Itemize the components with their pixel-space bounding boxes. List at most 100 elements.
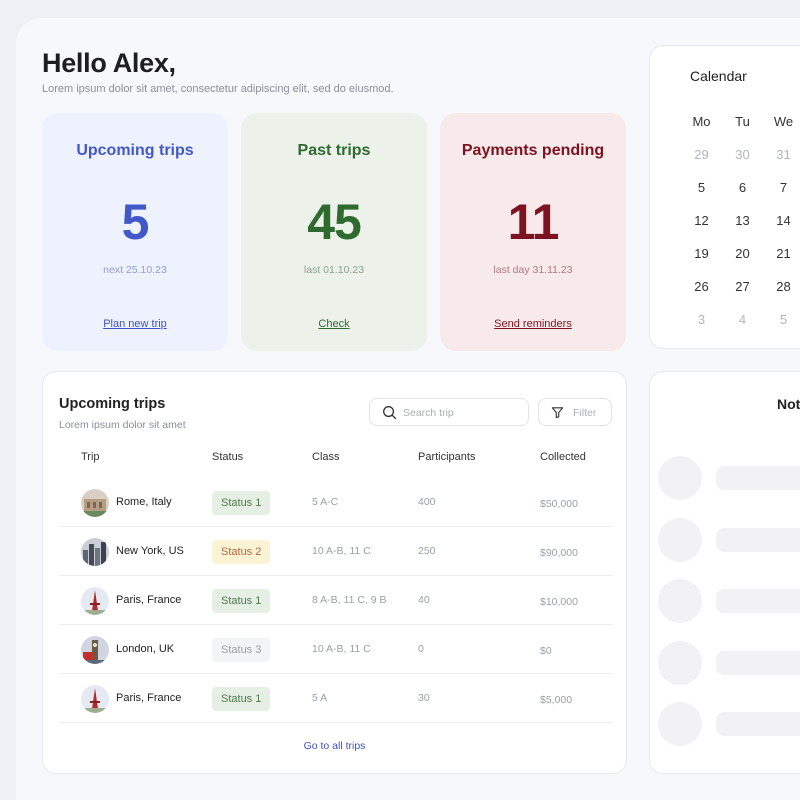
trip-thumbnail bbox=[81, 489, 109, 517]
trip-class: 5 A bbox=[312, 692, 328, 704]
trip-thumbnail bbox=[81, 636, 109, 664]
trip-collected: $0 bbox=[540, 645, 552, 657]
card-value: 11 bbox=[507, 194, 560, 250]
trip-collected: $90,000 bbox=[540, 547, 578, 559]
weekday-label: Mo bbox=[692, 114, 711, 129]
trip-collected: $10,000 bbox=[540, 596, 578, 608]
page-greeting: Hello Alex, bbox=[42, 48, 176, 78]
page-subtitle: Lorem ipsum dolor sit amet, consectetur … bbox=[42, 83, 394, 95]
calendar-panel: Calendar Mo Tu We 29 30 31 5 6 7 12 13 14 19 20 21 2… bbox=[649, 45, 800, 349]
card-value: 5 bbox=[121, 194, 150, 250]
trip-name: Paris, France bbox=[116, 692, 182, 704]
trip-name: Paris, France bbox=[116, 594, 182, 606]
column-header-status: Status bbox=[212, 451, 244, 463]
status-badge: Status 2 bbox=[212, 540, 271, 564]
go-to-all-trips-link[interactable]: Go to all trips bbox=[43, 740, 626, 752]
calendar-day[interactable]: 27 bbox=[722, 277, 763, 310]
skeleton-avatar bbox=[658, 518, 702, 562]
status-badge: Status 1 bbox=[212, 589, 271, 613]
trip-thumbnail bbox=[81, 685, 109, 713]
payments-pending-card: Payments pending 11 last day 31.11.23 Se… bbox=[440, 113, 626, 351]
search-trip-input[interactable] bbox=[403, 404, 521, 422]
trip-class: 8 A-B, 11 C, 9 B bbox=[312, 594, 387, 606]
search-icon bbox=[383, 406, 397, 420]
calendar-day[interactable]: 7 bbox=[763, 178, 800, 211]
past-trips-card: Past trips 45 last 01.10.23 Check bbox=[241, 113, 427, 351]
check-link[interactable]: Check bbox=[241, 318, 427, 330]
table-row[interactable]: Paris, France Status 1 8 A-B, 11 C, 9 B 40 $… bbox=[59, 576, 613, 625]
column-header-participants: Participants bbox=[418, 451, 476, 463]
calendar-day[interactable]: 4 bbox=[722, 310, 763, 343]
status-badge: Status 1 bbox=[212, 687, 271, 711]
calendar-day[interactable]: 29 bbox=[681, 145, 722, 178]
notifications-title: Not bbox=[777, 396, 800, 412]
calendar-day[interactable]: 13 bbox=[722, 211, 763, 244]
calendar-grid: Mo Tu We 29 30 31 5 6 7 12 13 14 19 20 21 26 27 28 3 4 5 bbox=[681, 112, 800, 343]
card-subtext: last day 31.11.23 bbox=[493, 264, 573, 276]
card-value: 45 bbox=[307, 194, 362, 250]
column-header-collected: Collected bbox=[540, 451, 586, 463]
calendar-day[interactable]: 26 bbox=[681, 277, 722, 310]
trip-class: 10 A-B, 11 C bbox=[312, 643, 371, 655]
filter-button[interactable]: Filter bbox=[538, 398, 612, 426]
search-box bbox=[369, 398, 529, 426]
calendar-day[interactable]: 19 bbox=[681, 244, 722, 277]
trip-thumbnail bbox=[81, 538, 109, 566]
calendar-day[interactable]: 12 bbox=[681, 211, 722, 244]
trips-subtitle: Lorem ipsum dolor sit amet bbox=[59, 419, 186, 431]
skeleton-avatar bbox=[658, 702, 702, 746]
trip-thumbnail bbox=[81, 587, 109, 615]
notifications-panel: Not bbox=[649, 371, 800, 774]
calendar-day[interactable]: 5 bbox=[763, 310, 800, 343]
card-title: Upcoming trips bbox=[76, 142, 194, 159]
trip-collected: $5,000 bbox=[540, 694, 573, 706]
skeleton-line bbox=[716, 712, 800, 736]
trip-collected: $50,000 bbox=[540, 498, 578, 510]
plan-new-trip-link[interactable]: Plan new trip bbox=[42, 318, 228, 330]
card-subtext: next 25.10.23 bbox=[103, 264, 167, 276]
skeleton-line bbox=[716, 589, 800, 613]
trips-title: Upcoming trips bbox=[59, 396, 166, 412]
trip-class: 5 A-C bbox=[312, 496, 339, 508]
table-row[interactable]: Paris, France Status 1 5 A 30 $5,000 bbox=[59, 674, 613, 723]
card-subtext: last 01.10.23 bbox=[303, 264, 365, 276]
column-header-class: Class bbox=[312, 451, 340, 463]
skeleton-avatar bbox=[658, 456, 702, 500]
calendar-day[interactable]: 5 bbox=[681, 178, 722, 211]
trip-participants: 400 bbox=[418, 496, 436, 508]
trip-name: New York, US bbox=[116, 545, 184, 557]
trip-participants: 40 bbox=[418, 594, 430, 606]
filter-icon bbox=[551, 407, 564, 419]
skeleton-line bbox=[716, 528, 800, 552]
trip-participants: 30 bbox=[418, 692, 430, 704]
skeleton-avatar bbox=[658, 641, 702, 685]
card-title: Past trips bbox=[297, 142, 371, 159]
calendar-day[interactable]: 14 bbox=[763, 211, 800, 244]
trip-participants: 250 bbox=[418, 545, 436, 557]
send-reminders-link[interactable]: Send reminders bbox=[440, 318, 626, 330]
trip-name: London, UK bbox=[116, 643, 175, 655]
trip-participants: 0 bbox=[418, 643, 424, 655]
table-row[interactable]: London, UK Status 3 10 A-B, 11 C 0 $0 bbox=[59, 625, 613, 674]
table-row[interactable]: Rome, Italy Status 1 5 A-C 400 $50,000 bbox=[59, 478, 613, 527]
calendar-day[interactable]: 31 bbox=[763, 145, 800, 178]
calendar-day[interactable]: 3 bbox=[681, 310, 722, 343]
card-title: Payments pending bbox=[461, 142, 605, 159]
calendar-day[interactable]: 30 bbox=[722, 145, 763, 178]
table-row[interactable]: New York, US Status 2 10 A-B, 11 C 250 $90,0… bbox=[59, 527, 613, 576]
calendar-day[interactable]: 6 bbox=[722, 178, 763, 211]
upcoming-trips-card: Upcoming trips 5 next 25.10.23 Plan new … bbox=[42, 113, 228, 351]
weekday-label: Tu bbox=[735, 114, 750, 129]
trip-class: 10 A-B, 11 C bbox=[312, 545, 371, 557]
skeleton-avatar bbox=[658, 579, 702, 623]
skeleton-line bbox=[716, 466, 800, 490]
filter-label: Filter bbox=[573, 407, 597, 419]
trip-name: Rome, Italy bbox=[116, 496, 172, 508]
upcoming-trips-panel: Upcoming trips Lorem ipsum dolor sit ame… bbox=[42, 371, 627, 774]
calendar-day[interactable]: 20 bbox=[722, 244, 763, 277]
calendar-day[interactable]: 28 bbox=[763, 277, 800, 310]
column-header-trip: Trip bbox=[81, 451, 100, 463]
calendar-day[interactable]: 21 bbox=[763, 244, 800, 277]
calendar-title: Calendar bbox=[690, 68, 747, 84]
skeleton-line bbox=[716, 651, 800, 675]
